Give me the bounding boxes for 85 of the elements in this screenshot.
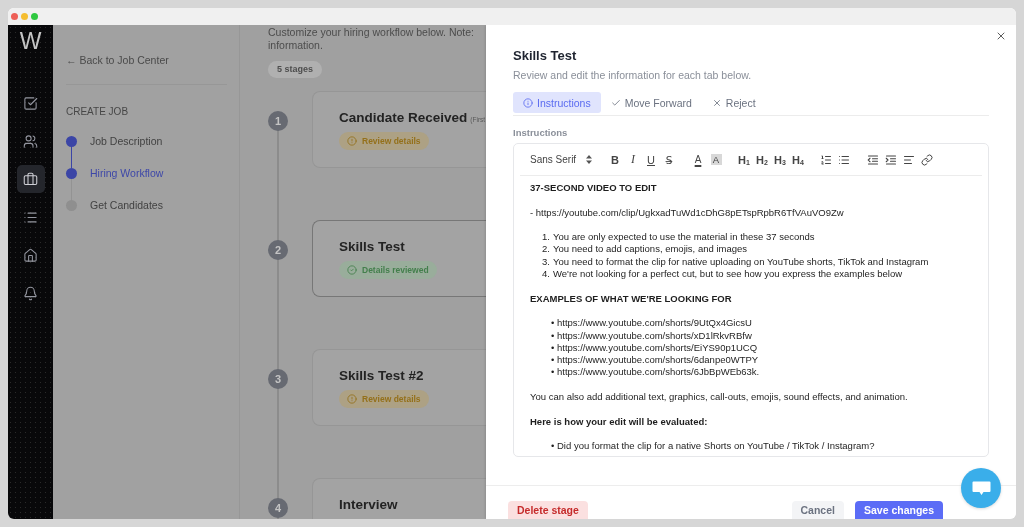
up-down-arrows-icon: [586, 155, 592, 164]
cross-icon: [711, 97, 722, 108]
italic-button[interactable]: I: [624, 149, 642, 170]
users-icon: [23, 133, 38, 149]
bulleted-list-icon: [838, 153, 850, 166]
section-title: CREATE JOB: [66, 106, 129, 117]
align-left-icon: [903, 153, 915, 166]
numbered-list-icon: [820, 153, 832, 166]
status-label: Review details: [362, 136, 421, 146]
heading-button[interactable]: H$_{3}$: [771, 149, 789, 170]
list-item: • https://www.youtube.com/shorts/6JbBpWEb63k.: [551, 366, 760, 379]
tab[interactable]: Reject: [701, 92, 766, 113]
underline-button[interactable]: U: [642, 149, 660, 170]
editor-paragraph: - https://youtube.com/clip/UgkxadTuWd1cDhG8pETspRpbR6TfVAuVO9Zw: [530, 206, 844, 219]
stage-number: 4: [268, 498, 288, 518]
step-connector: [70, 147, 73, 168]
list-item: 2. You need to add captions, emojis, and images: [542, 243, 747, 256]
heading-button[interactable]: H$_{2}$: [753, 149, 771, 170]
stage-card[interactable]: Interview: [312, 478, 486, 519]
list-item: 1. You are only expected to use the material in these 37 seconds: [542, 231, 815, 244]
step-link[interactable]: Hiring Workflow: [90, 168, 164, 179]
home-icon: [23, 247, 38, 263]
briefcase-icon: [23, 171, 38, 187]
list-item: • https://www.youtube.com/shorts/6danpe0WTPY: [551, 354, 759, 367]
status-label: Details reviewed: [362, 265, 429, 275]
save-button[interactable]: Save changes: [854, 501, 943, 519]
step-link[interactable]: Get Candidates: [90, 200, 163, 211]
alert-circle-icon: [347, 136, 357, 146]
heading-button[interactable]: H$_{1}$: [735, 149, 753, 170]
highlight-button[interactable]: A: [707, 149, 725, 170]
link-icon: [921, 153, 933, 166]
sidebar-button[interactable]: [16, 165, 45, 193]
stage-title: Interview: [339, 496, 398, 513]
list-item: 4. We're not looking for a perfect cut, but to see how you express the examples below: [542, 268, 903, 281]
close-button[interactable]: [995, 30, 1007, 42]
chat-bubble-icon: [971, 480, 991, 496]
intro-text: Customize your hiring workflow below. Note: information.: [268, 26, 474, 52]
tab[interactable]: Instructions: [513, 92, 601, 113]
field-label: Instructions: [513, 127, 568, 139]
bell-icon: [23, 285, 38, 301]
editor-heading: EXAMPLES OF WHAT WE'RE LOOKING FOR: [530, 292, 732, 305]
editor-heading: Here is how your edit will be evaluated:: [530, 415, 708, 428]
info-icon: [523, 97, 533, 108]
window-minimize-dot-icon[interactable]: [21, 13, 28, 20]
delete-button[interactable]: Delete stage: [508, 501, 588, 519]
step-link[interactable]: Job Description: [90, 136, 163, 147]
stage-number: 3: [268, 369, 288, 389]
app-logo[interactable]: W: [19, 29, 42, 53]
list-item: • Did you format the clip for a native Shorts on YouTube / TikTok / Instagram?: [551, 440, 875, 453]
stage-card[interactable]: Skills Test Details reviewed: [312, 220, 486, 297]
editor-heading: 37-SECOND VIDEO TO EDIT: [530, 182, 657, 195]
stage-number: 1: [268, 111, 288, 131]
drawer-subtitle: Review and edit the information for each tab below.: [513, 68, 752, 82]
stage-title: Candidate Received: [339, 109, 468, 126]
check-circle-icon: [347, 265, 357, 275]
list-item: 3. You need to format the clip for native uploading on YouTube shorts, TikTok and Instagram: [542, 255, 929, 269]
stage-title: Skills Test #2: [339, 367, 424, 384]
cancel-button[interactable]: Cancel: [791, 501, 844, 519]
tab[interactable]: Move Forward: [600, 92, 702, 113]
window-zoom-dot-icon[interactable]: [31, 13, 38, 20]
editor-paragraph: You can also add additional text, graphics, call-outs, emojis, sound effects, and animation.: [530, 391, 908, 404]
status-label: Review details: [362, 394, 421, 404]
back-link[interactable]: ← Back to Job Center: [66, 53, 169, 67]
drawer-title: Skills Test: [513, 47, 577, 65]
strikethrough-button[interactable]: S̶: [660, 149, 678, 170]
window-close-dot-icon[interactable]: [11, 13, 18, 20]
square-check-icon: [23, 95, 38, 111]
stage-card[interactable]: Skills Test #2 Review details: [312, 349, 486, 426]
alert-circle-icon: [347, 394, 357, 404]
stage-count: 5 stages: [268, 61, 323, 78]
bold-button[interactable]: B: [606, 149, 624, 170]
list-item: • https://www.youtube.com/shorts/xD1lRkvRBfw: [551, 329, 752, 342]
list-icon: [23, 209, 38, 225]
indent-icon: [885, 153, 897, 166]
heading-button[interactable]: H$_{4}$: [789, 149, 807, 170]
close-icon: [995, 30, 1007, 42]
check-icon: [610, 97, 621, 108]
stage-number: 2: [268, 240, 288, 260]
text-color-button[interactable]: A: [689, 149, 707, 170]
list-item: • https://www.youtube.com/shorts/9UtQx4GicsU: [551, 317, 752, 330]
list-item: • https://www.youtube.com/shorts/EiYS90p1UCQ: [551, 341, 758, 355]
rich-text-editor[interactable]: [513, 143, 989, 457]
font-select[interactable]: Sans Serif: [530, 149, 606, 170]
stage-title: Skills Test: [339, 238, 405, 255]
outdent-icon: [867, 153, 879, 166]
